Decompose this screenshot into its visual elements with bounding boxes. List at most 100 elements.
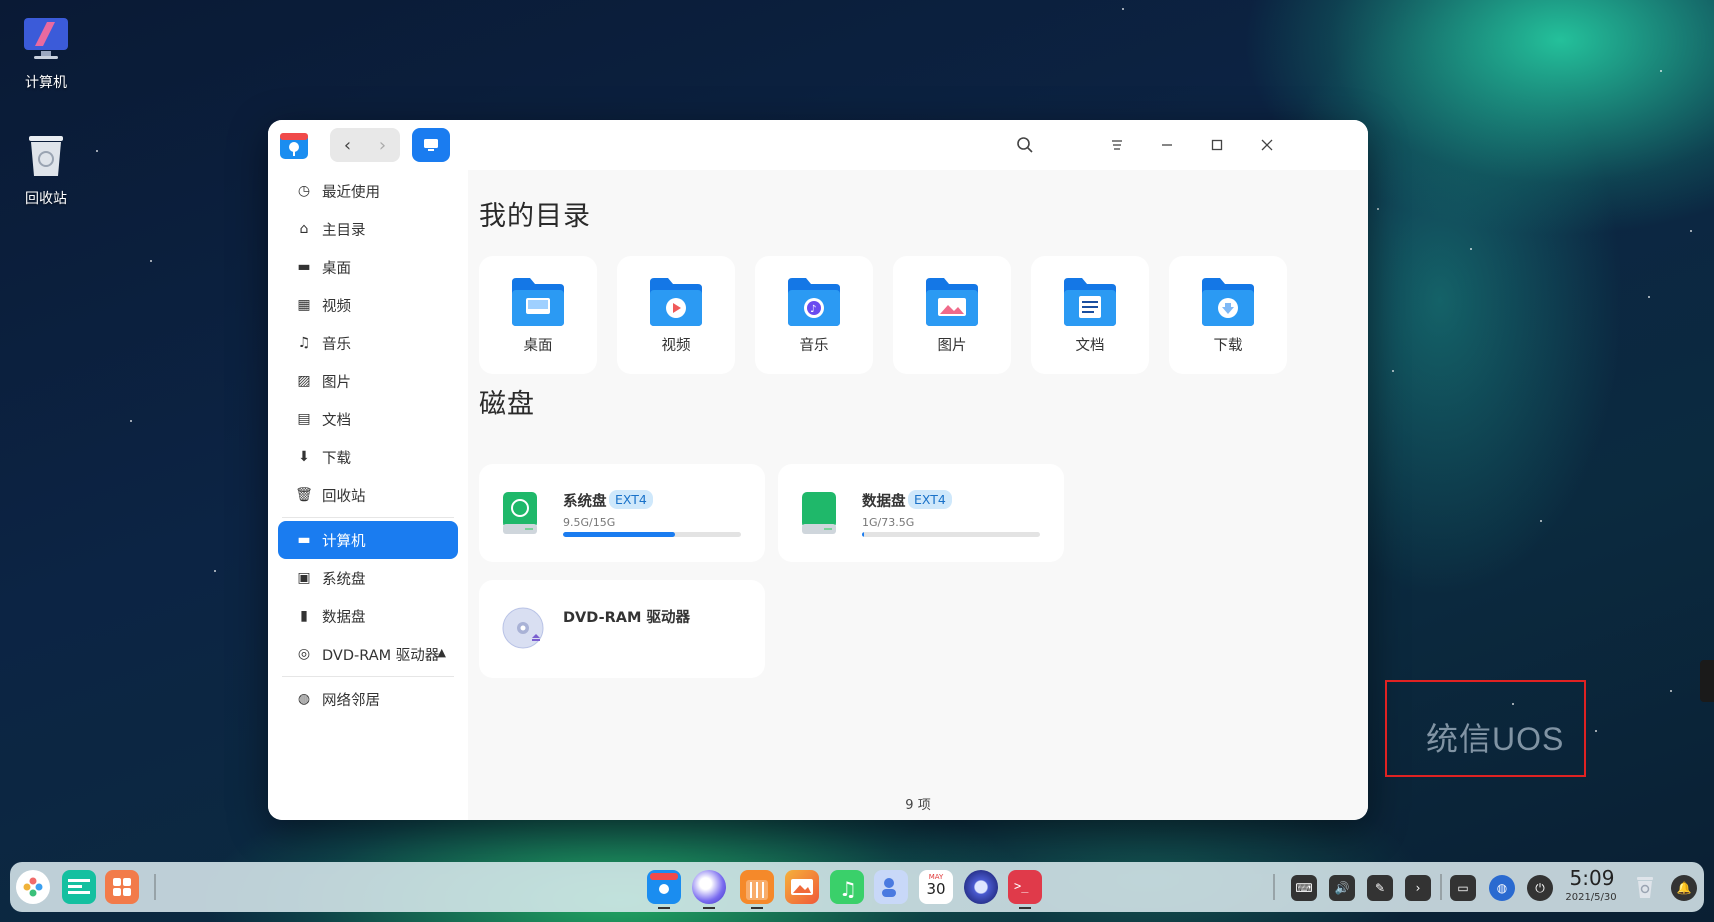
file-manager-window: ‹ › ◷ 最近使用 ⌂ 主目录 ▬ 桌面 ▦ 视频 ♫ 音乐 ▨ 图片 ▤ 文… [268, 120, 1368, 820]
disk-usage-bar [862, 532, 1040, 537]
music-player-button[interactable]: ♫ [830, 870, 864, 904]
browser-taskbar-button[interactable] [692, 870, 726, 904]
data-disk-icon [800, 490, 838, 536]
dvd-drive-name: DVD-RAM 驱动器 [563, 610, 690, 626]
svg-text:♫: ♫ [839, 877, 857, 901]
sidebar-divider [282, 676, 454, 677]
disk-usage-bar [563, 532, 741, 537]
folder-card-desktop[interactable]: 桌面 [479, 256, 597, 374]
sidebar-divider [282, 517, 454, 518]
clock-icon: ◷ [297, 183, 311, 199]
power-tray-button[interactable]: ⏻ [1527, 875, 1553, 901]
app-store-button[interactable] [740, 870, 774, 904]
desktop-icon-label: 计算机 [25, 75, 67, 91]
downloads-folder-icon [1198, 276, 1258, 328]
system-disk-icon [501, 490, 539, 536]
sidebar-item-recent[interactable]: ◷ 最近使用 [278, 172, 458, 210]
folder-card-music[interactable]: ♪ 音乐 [755, 256, 873, 374]
sidebar-item-desktop[interactable]: ▬ 桌面 [278, 248, 458, 286]
sidebar-item-home[interactable]: ⌂ 主目录 [278, 210, 458, 248]
file-manager-icon [650, 873, 678, 894]
contacts-icon [882, 878, 896, 897]
menu-button[interactable] [1104, 132, 1130, 158]
computer-icon [21, 14, 71, 64]
side-panel-handle[interactable] [1700, 660, 1714, 702]
disk-card-data[interactable]: 数据盘 EXT4 1G/73.5G [778, 464, 1064, 562]
launcher-button[interactable] [16, 870, 50, 904]
running-indicator [703, 907, 715, 909]
sidebar-item-computer[interactable]: ▬ 计算机 [278, 521, 458, 559]
eject-icon[interactable]: ▲ [438, 646, 446, 659]
multitask-view-button[interactable] [62, 870, 96, 904]
file-manager-logo-icon [278, 129, 310, 161]
maximize-icon [1211, 139, 1223, 151]
sidebar-item-dvd[interactable]: ◎ DVD-RAM 驱动器 ▲ [278, 635, 458, 673]
folder-label: 文档 [1075, 338, 1105, 354]
terminal-icon: >_ [1014, 879, 1029, 893]
desktop-icon-computer[interactable]: 计算机 [0, 14, 92, 92]
notification-tray-button[interactable]: 🔔 [1671, 875, 1697, 901]
sidebar-item-pictures[interactable]: ▨ 图片 [278, 362, 458, 400]
input-method-tray-button[interactable]: ▭ [1450, 875, 1476, 901]
sidebar-item-videos[interactable]: ▦ 视频 [278, 286, 458, 324]
forward-button[interactable]: › [365, 128, 400, 162]
taskbar: ♫ MAY 30 >_ ⌨ 🔊 ✎ › ▭ ◍ ⏻ 5:09 2021/5/30… [10, 862, 1704, 912]
network-tray-button[interactable]: ◍ [1489, 875, 1515, 901]
sidebar-item-system-disk[interactable]: ▣ 系统盘 [278, 559, 458, 597]
disk-card-dvd[interactable]: DVD-RAM 驱动器 [479, 580, 765, 678]
control-center-button[interactable] [964, 870, 998, 904]
music-icon: ♫ [297, 335, 311, 351]
disk-card-system[interactable]: 系统盘 EXT4 9.5G/15G [479, 464, 765, 562]
sidebar-item-label: 文档 [322, 412, 351, 429]
folder-card-pictures[interactable]: 图片 [893, 256, 1011, 374]
screenshot-tray-button[interactable]: ✎ [1367, 875, 1393, 901]
calendar-button[interactable]: MAY 30 [919, 870, 953, 904]
folder-label: 图片 [937, 338, 967, 354]
folder-card-documents[interactable]: 文档 [1031, 256, 1149, 374]
tray-expand-button[interactable]: › [1405, 875, 1431, 901]
taskbar-divider [1440, 874, 1442, 900]
sidebar-item-data-disk[interactable]: ▮ 数据盘 [278, 597, 458, 635]
chevron-right-icon: › [1415, 881, 1421, 895]
svg-text:♪: ♪ [810, 304, 816, 315]
folder-label: 下载 [1213, 338, 1243, 354]
disk-usage-fill [862, 532, 865, 537]
close-icon [1261, 139, 1273, 151]
sidebar-item-downloads[interactable]: ⬇ 下载 [278, 438, 458, 476]
sidebar-item-music[interactable]: ♫ 音乐 [278, 324, 458, 362]
minimize-icon [1162, 144, 1172, 146]
breadcrumb-computer-button[interactable] [412, 128, 450, 162]
sidebar-item-trash[interactable]: 🗑 回收站 [278, 476, 458, 514]
sidebar-item-documents[interactable]: ▤ 文档 [278, 400, 458, 438]
taskbar-trash-button[interactable] [1631, 873, 1659, 901]
disc-icon: ◎ [297, 646, 311, 662]
maximize-button[interactable] [1204, 132, 1230, 158]
keyboard-tray-button[interactable]: ⌨ [1291, 875, 1317, 901]
shopping-bag-icon [746, 880, 768, 900]
terminal-button[interactable]: >_ [1008, 870, 1042, 904]
running-indicator [1019, 907, 1031, 909]
disk-icon: ▣ [297, 570, 311, 586]
disk-usage-text: 1G/73.5G [862, 516, 915, 529]
minimize-button[interactable] [1154, 132, 1180, 158]
launcher-icon [23, 877, 43, 897]
clock-time[interactable]: 5:09 [1564, 866, 1620, 890]
folder-label: 桌面 [523, 338, 553, 354]
search-button[interactable] [1012, 132, 1038, 158]
desktop-icon-trash[interactable]: 回收站 [0, 130, 92, 208]
folder-card-videos[interactable]: 视频 [617, 256, 735, 374]
app-store-taskbar-button[interactable] [105, 870, 139, 904]
back-button[interactable]: ‹ [330, 128, 365, 162]
volume-tray-button[interactable]: 🔊 [1329, 875, 1355, 901]
pen-icon: ✎ [1374, 881, 1386, 895]
my-directories-title: 我的目录 [479, 201, 591, 232]
file-manager-taskbar-button[interactable] [647, 870, 681, 904]
image-viewer-button[interactable] [785, 870, 819, 904]
sidebar-item-network[interactable]: ◍ 网络邻居 [278, 680, 458, 718]
contacts-button[interactable] [874, 870, 908, 904]
sidebar-item-label: 音乐 [322, 336, 351, 353]
picture-icon: ▨ [297, 373, 311, 389]
folder-card-downloads[interactable]: 下载 [1169, 256, 1287, 374]
close-button[interactable] [1254, 132, 1280, 158]
filesystem-badge: EXT4 [609, 490, 653, 509]
